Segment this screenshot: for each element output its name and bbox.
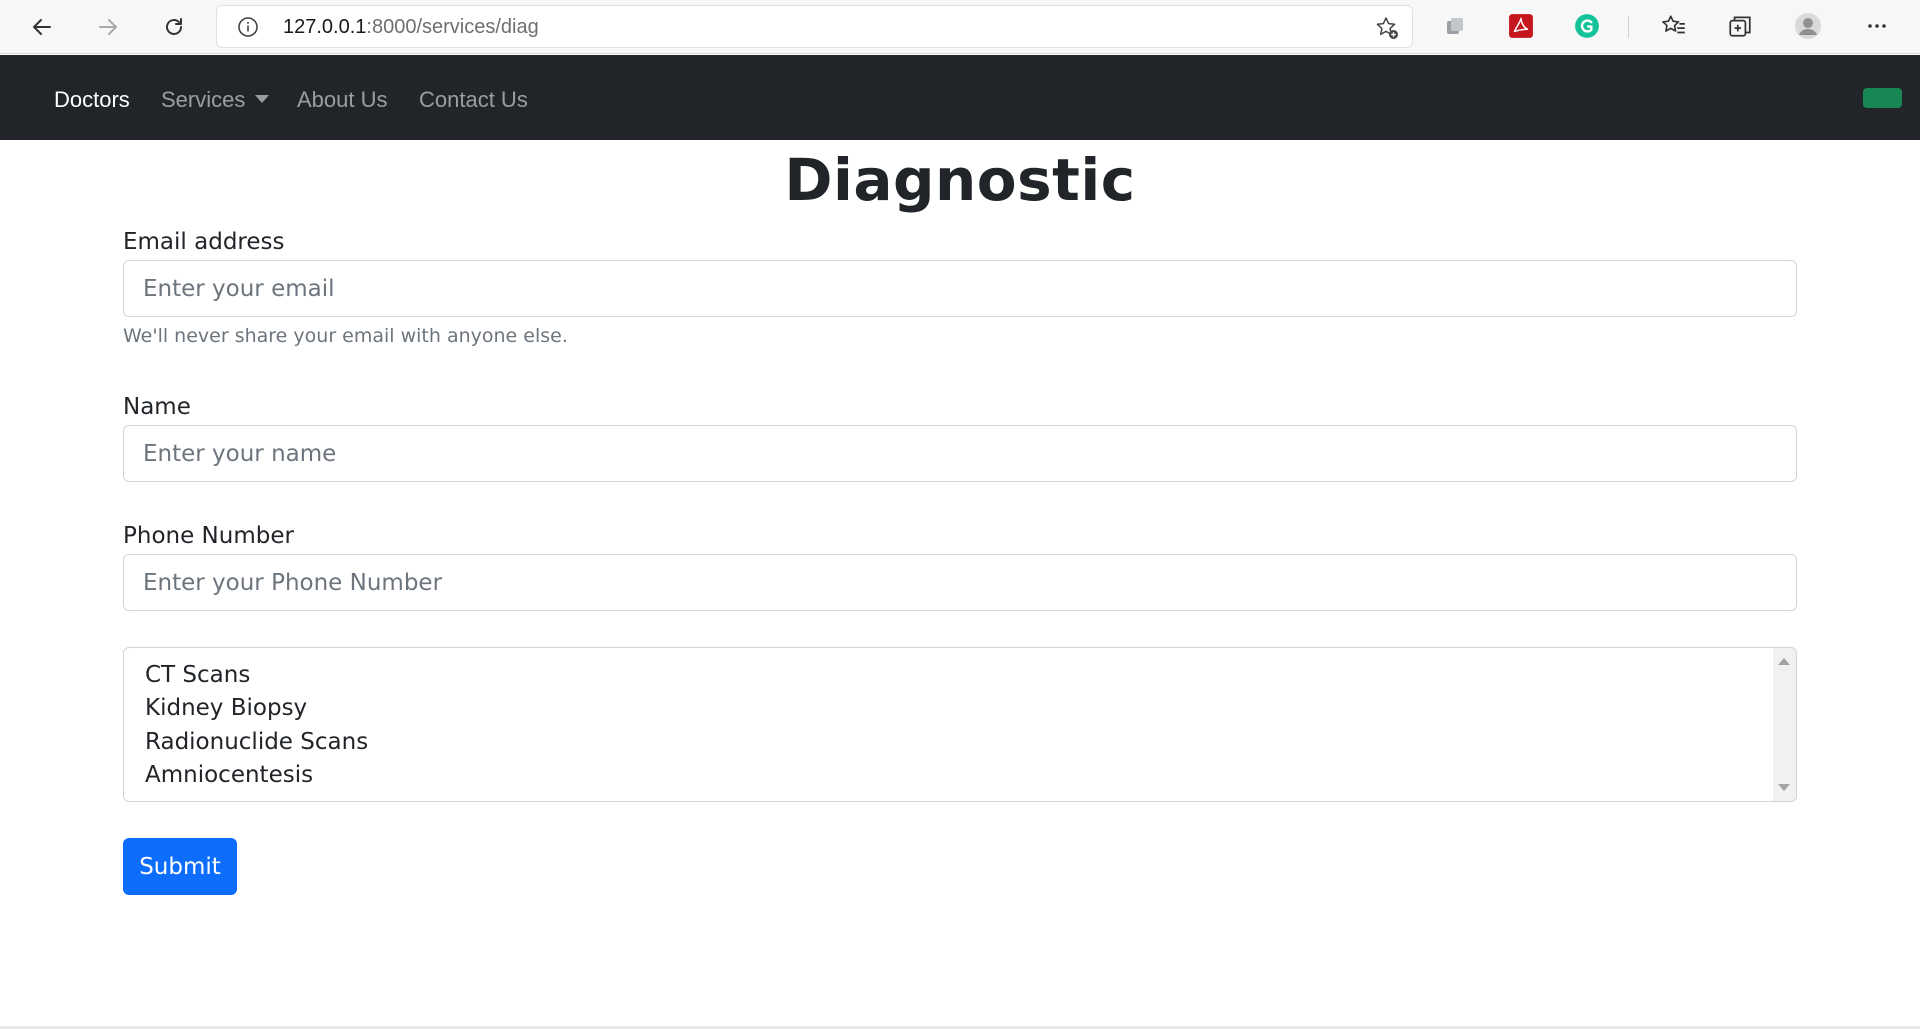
grammarly-icon[interactable]	[1573, 12, 1601, 40]
site-info-icon[interactable]	[237, 16, 259, 38]
add-favorite-icon[interactable]	[1374, 15, 1400, 41]
refresh-icon	[166, 18, 182, 35]
profile-avatar-icon[interactable]	[1794, 12, 1822, 40]
back-arrow-icon	[33, 19, 51, 35]
phone-label: Phone Number	[123, 523, 294, 549]
nav-link-services[interactable]: Services	[161, 87, 270, 113]
nav-link-about-us[interactable]: About Us	[297, 87, 388, 113]
url-text[interactable]: 127.0.0.1:8000/services/diag	[283, 16, 539, 39]
browser-toolbar: 127.0.0.1:8000/services/diag	[0, 0, 1920, 54]
service-option[interactable]: Radionuclide Scans	[145, 729, 368, 755]
url-host: 127.0.0.1	[283, 16, 367, 38]
services-select[interactable]: CT Scans Kidney Biopsy Radionuclide Scan…	[123, 647, 1797, 802]
more-menu-icon[interactable]	[1863, 12, 1891, 40]
services-scrollbar[interactable]	[1773, 648, 1796, 801]
site-navbar: Doctors Services About Us Contact Us	[0, 55, 1920, 140]
forward-arrow-icon	[99, 19, 117, 35]
toolbar-separator	[1628, 16, 1629, 38]
nav-link-doctors[interactable]: Doctors	[54, 87, 130, 113]
scroll-up-arrow-icon[interactable]	[1778, 658, 1790, 665]
submit-button[interactable]: Submit	[123, 838, 237, 895]
email-field[interactable]	[123, 260, 1797, 317]
phone-field[interactable]	[123, 554, 1797, 611]
scroll-down-arrow-icon[interactable]	[1778, 784, 1790, 791]
back-button[interactable]	[24, 9, 60, 45]
service-option[interactable]: CT Scans	[145, 662, 250, 688]
email-help-text: We'll never share your email with anyone…	[123, 325, 568, 347]
email-label: Email address	[123, 229, 285, 255]
nav-services-label: Services	[161, 87, 246, 112]
name-label: Name	[123, 394, 191, 420]
address-bar[interactable]: 127.0.0.1:8000/services/diag	[216, 5, 1413, 48]
url-path: :8000/services/diag	[366, 16, 539, 38]
refresh-button[interactable]	[156, 9, 192, 45]
collections-icon[interactable]	[1726, 12, 1754, 40]
favorites-icon[interactable]	[1660, 12, 1688, 40]
service-option[interactable]: Kidney Biopsy	[145, 695, 307, 721]
nav-link-contact-us[interactable]: Contact Us	[419, 87, 528, 113]
service-option[interactable]: Amniocentesis	[145, 762, 313, 788]
page-title: Diagnostic	[784, 146, 1136, 214]
navbar-green-button[interactable]	[1863, 88, 1902, 108]
acrobat-icon[interactable]	[1507, 12, 1535, 40]
collections-extension-icon[interactable]	[1441, 12, 1469, 40]
name-field[interactable]	[123, 425, 1797, 482]
dropdown-caret-icon	[255, 95, 270, 103]
forward-button[interactable]	[90, 9, 126, 45]
